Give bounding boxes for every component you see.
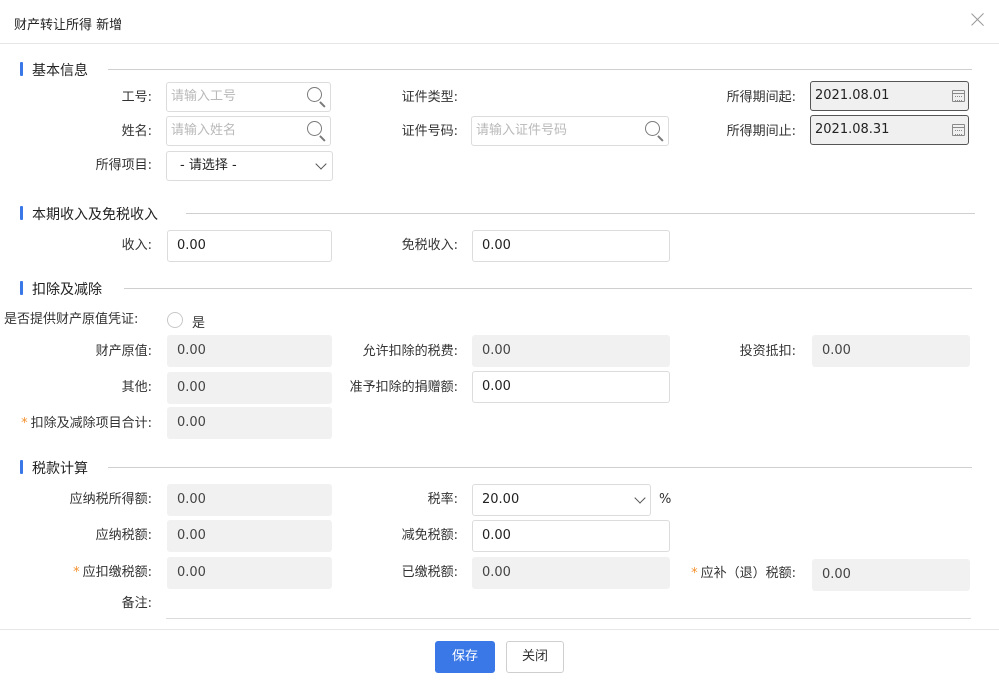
section-marker (20, 281, 23, 295)
tax-reduction-input[interactable]: 0.00 (472, 520, 670, 552)
donation-input[interactable]: 0.00 (472, 371, 670, 403)
section-divider (124, 288, 972, 289)
id-type-label: 证件类型: (401, 90, 458, 105)
required-mark: * (691, 566, 698, 581)
section-marker (20, 62, 23, 76)
deduction-total-label: * 扣除及减除项目合计: (21, 416, 152, 431)
property-proof-radio[interactable] (167, 312, 183, 328)
paid-tax-label: 已缴税额: (401, 565, 458, 580)
original-value-label: 财产原值: (95, 344, 152, 359)
donation-label: 准予扣除的捐赠额: (349, 380, 458, 395)
allowed-tax-input[interactable]: 0.00 (472, 335, 670, 367)
dialog-title: 财产转让所得 新增 (14, 18, 123, 33)
calendar-icon[interactable] (952, 124, 965, 136)
other-label: 其他: (121, 380, 152, 395)
section-title: 扣除及减除 (32, 282, 102, 298)
employee-id-label: 工号: (121, 90, 152, 105)
period-end-date-input[interactable]: 2021.08.31 (810, 115, 969, 145)
tax-rate-unit: % (659, 492, 672, 507)
withholding-tax-label: * 应扣缴税额: (73, 565, 152, 580)
income-input[interactable]: 0.00 (167, 230, 332, 262)
tax-payable-label: 应纳税额: (95, 528, 152, 543)
section-marker (20, 460, 23, 474)
taxable-income-label: 应纳税所得额: (69, 492, 152, 507)
investment-deduction-input[interactable]: 0.00 (812, 335, 970, 367)
tax-free-income-label: 免税收入: (401, 238, 458, 253)
withholding-tax-input: 0.00 (167, 557, 332, 589)
name-label: 姓名: (121, 124, 152, 139)
tax-rate-label: 税率: (427, 492, 458, 507)
income-label: 收入: (121, 238, 152, 253)
period-start-label: 所得期间起: (726, 90, 796, 105)
refund-tax-label: * 应补（退）税额: (691, 566, 796, 581)
dialog-title-bar: 财产转让所得 新增 (0, 0, 999, 44)
section-title: 本期收入及免税收入 (32, 207, 158, 223)
section-tax-calc: 税款计算 (20, 458, 972, 477)
property-proof-option-label: 是 (192, 316, 206, 331)
id-number-input[interactable]: 请输入证件号码 (471, 116, 669, 146)
section-income: 本期收入及免税收入 (20, 204, 975, 223)
other-input[interactable]: 0.00 (167, 372, 332, 404)
id-number-label: 证件号码: (401, 124, 458, 139)
paid-tax-input: 0.00 (472, 557, 670, 589)
allowed-tax-label: 允许扣除的税费: (362, 344, 458, 359)
tax-rate-select[interactable]: 20.00 (472, 484, 651, 516)
section-basic-info: 基本信息 (20, 60, 972, 79)
calendar-icon[interactable] (952, 90, 965, 102)
footer-divider (0, 629, 999, 630)
remarks-label: 备注: (121, 596, 152, 611)
section-marker (20, 206, 23, 220)
period-end-label: 所得期间止: (726, 124, 796, 139)
section-divider (108, 69, 972, 70)
search-icon[interactable] (645, 121, 665, 142)
income-item-select[interactable]: - 请选择 - (166, 151, 333, 181)
period-start-date-input[interactable]: 2021.08.01 (810, 81, 969, 111)
section-divider (108, 467, 972, 468)
close-button[interactable]: 关闭 (506, 641, 564, 673)
section-title: 基本信息 (32, 63, 88, 79)
search-icon[interactable] (307, 121, 327, 142)
refund-tax-input: 0.00 (812, 559, 970, 591)
tax-free-income-input[interactable]: 0.00 (472, 230, 670, 262)
property-proof-label: 是否提供财产原值凭证: (4, 312, 139, 327)
section-divider (186, 213, 975, 214)
save-button[interactable]: 保存 (435, 641, 495, 673)
section-deduction: 扣除及减除 (20, 279, 972, 298)
investment-deduction-label: 投资抵扣: (739, 344, 796, 359)
required-mark: * (21, 416, 28, 431)
remarks-input[interactable] (166, 618, 971, 619)
tax-reduction-label: 减免税额: (401, 528, 458, 543)
taxable-income-input: 0.00 (167, 484, 332, 516)
search-icon[interactable] (307, 87, 327, 108)
dialog: 财产转让所得 新增 基本信息 工号: 请输入工号 姓名: 请输入姓名 所得项目:… (0, 0, 999, 688)
original-value-input[interactable]: 0.00 (167, 335, 332, 367)
close-icon[interactable] (969, 10, 987, 28)
deduction-total-input: 0.00 (167, 407, 332, 439)
tax-payable-input: 0.00 (167, 520, 332, 552)
section-title: 税款计算 (32, 461, 88, 477)
required-mark: * (73, 565, 80, 580)
income-item-label: 所得项目: (95, 158, 152, 173)
